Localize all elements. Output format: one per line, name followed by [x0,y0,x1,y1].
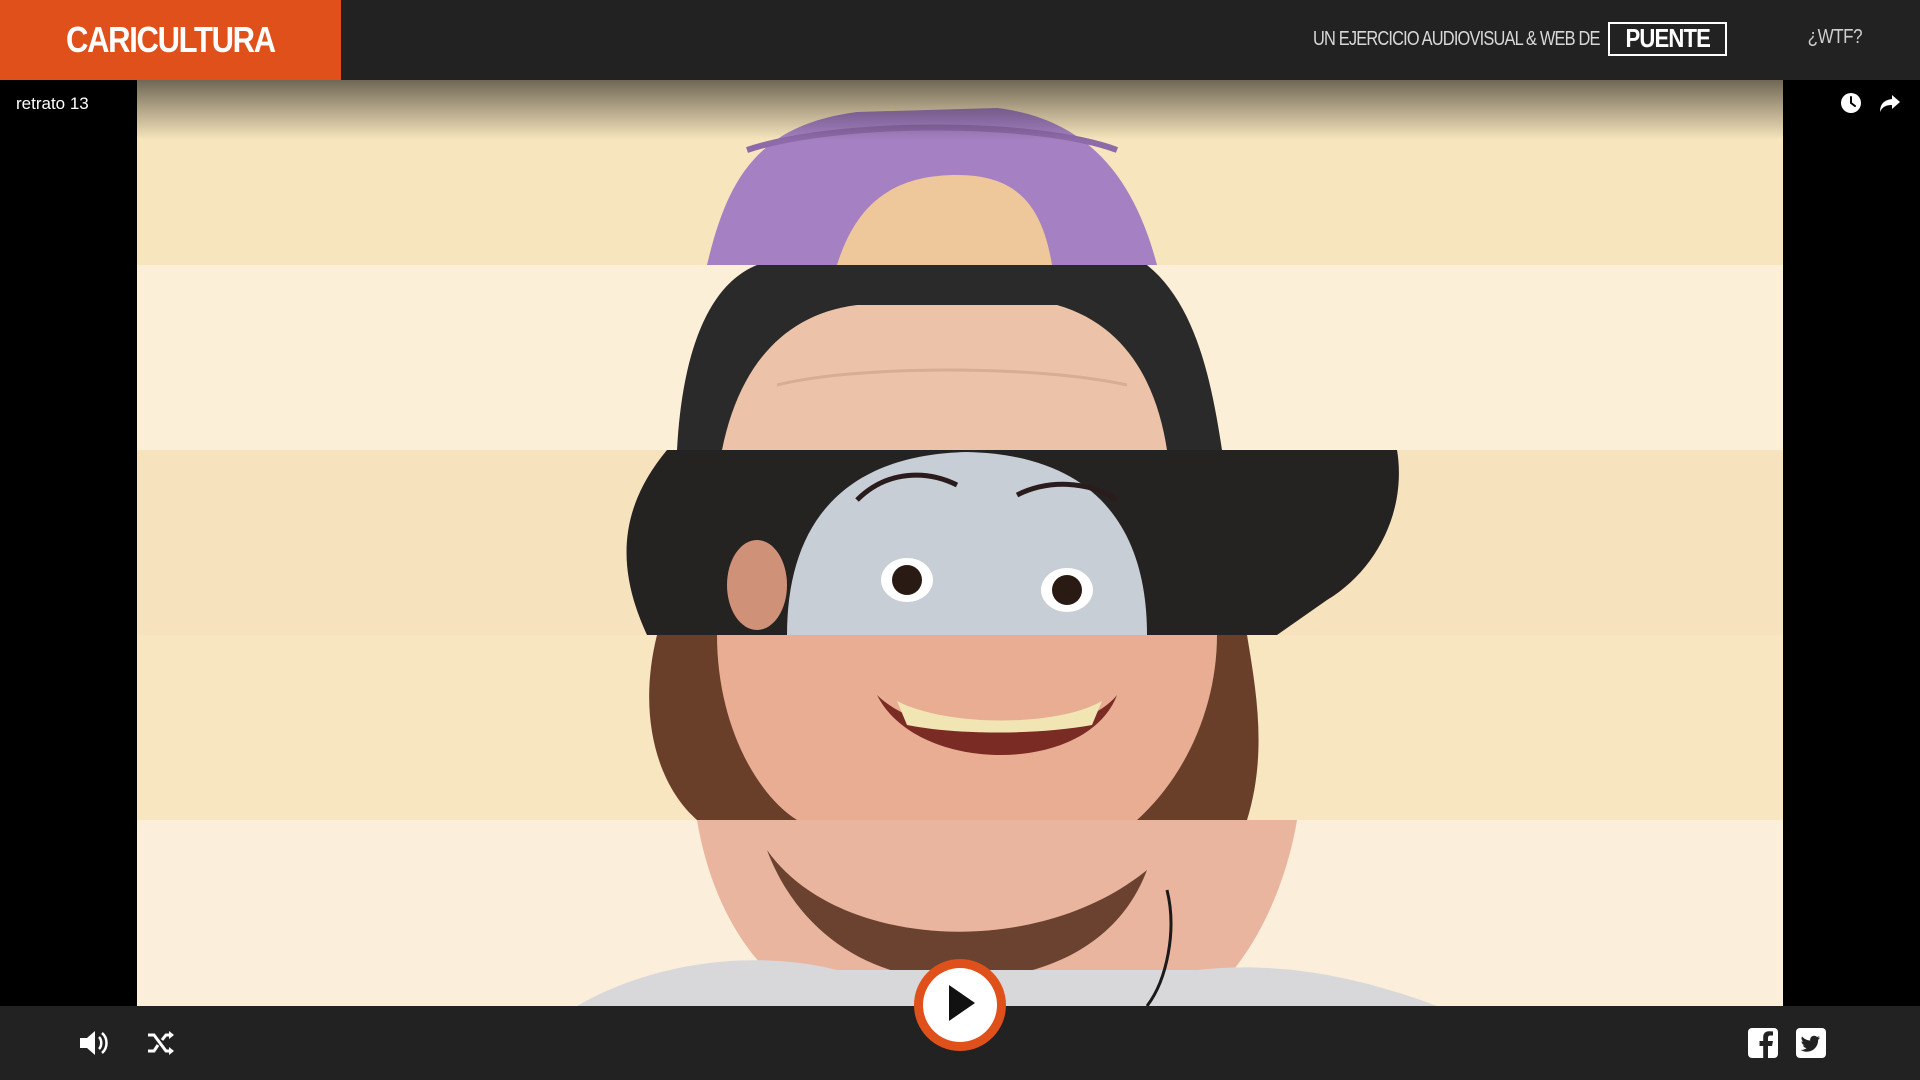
wtf-link[interactable]: ¿WTF? [1807,26,1862,49]
portrait-strip-2 [137,265,1783,450]
play-icon[interactable] [943,983,977,1028]
brand-title[interactable]: CARICULTURA [66,19,276,61]
puente-logo-link[interactable]: PUENTE [1607,22,1727,56]
brand-logo[interactable]: CARICULTURA [0,0,341,80]
top-right-controls [1840,92,1902,119]
twitter-icon[interactable] [1795,1027,1827,1059]
share-arrow-icon[interactable] [1878,92,1902,119]
credit-text: UN EJERCICIO AUDIOVISUAL & WEB DE [1312,27,1601,50]
volume-icon[interactable] [78,1028,110,1058]
left-letterbox [0,80,137,1006]
top-vignette [137,80,1783,140]
portrait-strip-3 [137,450,1783,635]
video-frame[interactable] [137,80,1783,1006]
portrait-title: retrato 13 [16,94,89,113]
facebook-icon[interactable] [1747,1027,1779,1059]
play-button-face[interactable] [923,968,997,1042]
portrait-strip-4 [137,635,1783,820]
top-bar: CARICULTURA UN EJERCICIO AUDIOVISUAL & W… [0,0,1920,80]
shuffle-icon[interactable] [146,1028,176,1058]
credit: UN EJERCICIO AUDIOVISUAL & WEB DE PUENTE [1250,18,1727,60]
clock-icon[interactable] [1840,92,1862,119]
right-letterbox [1783,80,1920,1006]
puente-logo-text[interactable]: PUENTE [1625,23,1710,54]
play-button[interactable] [914,959,1006,1051]
